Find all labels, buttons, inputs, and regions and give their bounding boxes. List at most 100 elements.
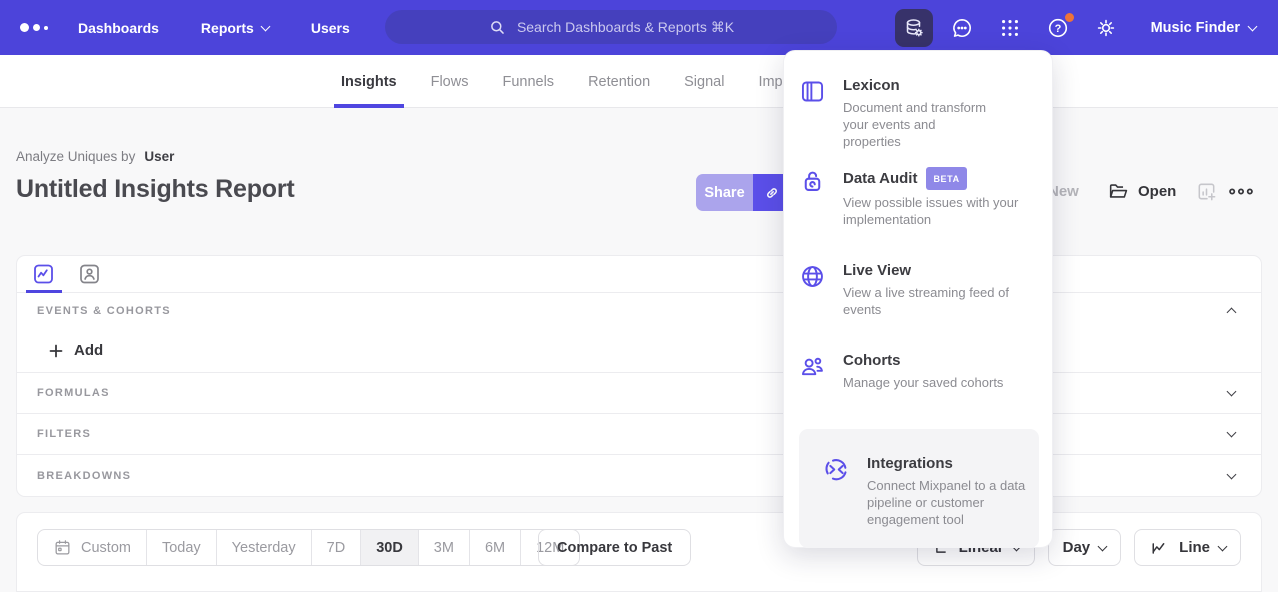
chart-toolbar: Custom Today Yesterday 7D 30D 3M 6M 12M … — [16, 512, 1262, 592]
mixpanel-logo-icon[interactable] — [20, 23, 48, 32]
search-icon — [488, 18, 507, 37]
chevron-down-icon — [1098, 541, 1108, 551]
formulas-label: FORMULAS — [37, 387, 110, 399]
context-label: Analyze Uniques by — [16, 149, 135, 164]
range-3m[interactable]: 3M — [418, 530, 469, 565]
menu-item-desc: View possible issues with your implement… — [843, 194, 1035, 228]
cohorts-icon — [799, 353, 826, 380]
granularity-label: Day — [1063, 539, 1091, 556]
plus-icon — [49, 344, 63, 358]
section-events-cohorts[interactable]: EVENTS & COHORTS — [17, 293, 1261, 329]
search-placeholder: Search Dashboards & Reports ⌘K — [517, 19, 734, 36]
range-6m[interactable]: 6M — [469, 530, 520, 565]
subtab-events-chart[interactable] — [31, 262, 56, 286]
compare-to-past-button[interactable]: Compare to Past — [538, 529, 691, 566]
project-selector[interactable]: Music Finder — [1151, 20, 1256, 36]
share-button[interactable]: Share — [696, 174, 753, 211]
menu-item-title: Integrations — [867, 455, 1029, 473]
nav-users[interactable]: Users — [311, 20, 350, 36]
tab-flows[interactable]: Flows — [431, 55, 469, 108]
tab-funnels[interactable]: Funnels — [502, 55, 554, 108]
data-management-menu: Lexicon Document and transform your even… — [783, 50, 1053, 548]
chevron-down-icon — [1227, 387, 1237, 397]
menu-item-desc: Document and transform your events and p… — [843, 99, 995, 150]
menu-item-desc: Manage your saved cohorts — [843, 374, 1043, 391]
range-yesterday[interactable]: Yesterday — [216, 530, 311, 565]
help-button[interactable]: ? — [1039, 9, 1077, 47]
data-audit-icon — [799, 168, 826, 195]
data-management-button[interactable] — [895, 9, 933, 47]
menu-item-title: Lexicon — [843, 77, 995, 95]
nav-dashboards[interactable]: Dashboards — [78, 20, 159, 36]
active-tab-underline — [334, 104, 404, 108]
more-options-button[interactable] — [1228, 185, 1254, 198]
link-icon — [762, 183, 782, 203]
menu-item-title: Live View — [843, 262, 1029, 280]
open-report-button[interactable]: Open — [1107, 180, 1176, 202]
top-nav: Dashboards Reports Users Search Dashboar… — [0, 0, 1278, 55]
database-gear-icon — [902, 16, 926, 40]
chevron-down-icon — [1248, 21, 1258, 31]
analysis-context: Analyze Uniques by User — [16, 149, 174, 164]
query-builder-panel: EVENTS & COHORTS Add FORMULAS FILTERS BR… — [16, 255, 1262, 497]
apps-button[interactable] — [991, 9, 1029, 47]
filters-label: FILTERS — [37, 428, 91, 440]
chevron-down-icon — [1227, 469, 1237, 479]
chart-type-dropdown[interactable]: Line — [1134, 529, 1241, 566]
gear-icon — [1094, 16, 1118, 40]
active-subtab-underline — [26, 290, 62, 293]
range-30d[interactable]: 30D — [360, 530, 418, 565]
tab-signal[interactable]: Signal — [684, 55, 724, 108]
search-input[interactable]: Search Dashboards & Reports ⌘K — [385, 10, 837, 44]
more-dots-icon — [1228, 185, 1254, 198]
svg-text:?: ? — [1054, 23, 1061, 35]
section-filters[interactable]: FILTERS — [17, 414, 1261, 455]
menu-item-integrations[interactable]: Integrations Connect Mixpanel to a data … — [799, 429, 1039, 548]
range-7d[interactable]: 7D — [311, 530, 361, 565]
builder-subtabs — [17, 256, 1261, 293]
date-range-group: Custom Today Yesterday 7D 30D 3M 6M 12M — [37, 529, 580, 566]
chevron-up-icon — [1227, 308, 1237, 318]
menu-item-title: Cohorts — [843, 352, 1043, 370]
page-title[interactable]: Untitled Insights Report — [16, 175, 295, 204]
chevron-down-icon — [1227, 428, 1237, 438]
report-tab-bar: Insights Flows Funnels Retention Signal … — [0, 55, 1278, 108]
context-value[interactable]: User — [144, 149, 174, 164]
feedback-bubble-icon — [950, 16, 974, 40]
live-view-icon — [799, 263, 826, 290]
add-to-dashboard-button[interactable] — [1195, 180, 1218, 203]
line-chart-icon — [1149, 538, 1170, 558]
section-formulas[interactable]: FORMULAS — [17, 373, 1261, 414]
chevron-down-icon — [1218, 541, 1228, 551]
menu-item-title: Data Audit BETA — [843, 167, 1035, 190]
add-label: Add — [74, 342, 103, 359]
settings-button[interactable] — [1087, 9, 1125, 47]
nav-reports[interactable]: Reports — [201, 20, 269, 36]
menu-item-lexicon[interactable]: Lexicon Document and transform your even… — [799, 77, 1039, 150]
menu-item-cohorts[interactable]: Cohorts Manage your saved cohorts — [799, 352, 1039, 391]
notification-dot — [1065, 13, 1074, 22]
line-chart-tab-icon — [31, 262, 56, 286]
subtab-user-profiles[interactable] — [77, 262, 102, 286]
chevron-down-icon — [260, 21, 270, 31]
lexicon-icon — [799, 78, 826, 105]
granularity-dropdown[interactable]: Day — [1048, 529, 1122, 566]
menu-item-desc: View a live streaming feed of events — [843, 284, 1029, 318]
calendar-icon — [53, 538, 72, 557]
section-breakdowns[interactable]: BREAKDOWNS — [17, 455, 1261, 496]
beta-badge: BETA — [926, 167, 966, 190]
range-custom[interactable]: Custom — [38, 530, 146, 565]
range-today[interactable]: Today — [146, 530, 216, 565]
add-event-button[interactable]: Add — [49, 342, 103, 359]
chart-type-label: Line — [1179, 539, 1210, 556]
tab-retention[interactable]: Retention — [588, 55, 650, 108]
share-split-button: Share — [696, 174, 791, 211]
menu-item-data-audit[interactable]: Data Audit BETA View possible issues wit… — [799, 167, 1039, 228]
folder-open-icon — [1107, 180, 1129, 202]
feedback-button[interactable] — [943, 9, 981, 47]
menu-item-live-view[interactable]: Live View View a live streaming feed of … — [799, 262, 1039, 318]
open-label: Open — [1138, 183, 1176, 200]
user-card-tab-icon — [77, 262, 102, 286]
tab-insights[interactable]: Insights — [341, 55, 397, 108]
add-event-row: Add — [17, 329, 1261, 373]
